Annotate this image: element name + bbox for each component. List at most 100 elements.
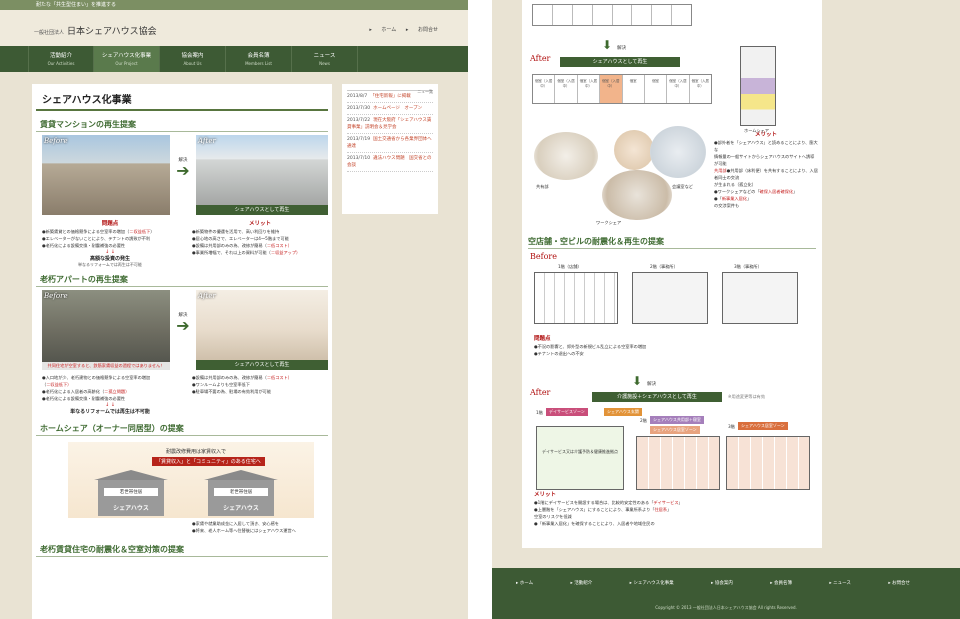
floorplan-before: [532, 4, 692, 26]
solve-arrow: 解決 ➔: [171, 312, 195, 346]
news-sidebar: ニュース 一覧 2013/8/7 「住宅新報」に掲載 2013/7/30 ホームページ…: [342, 84, 438, 214]
shared-space-photo: [534, 132, 598, 180]
mansion-merits: メリット ●新築物件の優遇を活用で、高い利回りを維持 ●居心地の高さで、エレベー…: [192, 221, 301, 255]
banner-pill: 「賃貸収入」と「コミュニティ」のある住宅へ: [152, 457, 265, 466]
floorplan-homeshare: [740, 46, 776, 126]
apartment-photo-row: Before 共同住宅が空室すると、鉄筋家賃収益の過程ではありません！ 解決 ➔…: [42, 290, 332, 372]
before-label: Before: [530, 252, 557, 261]
plan-before-1f: [534, 272, 618, 324]
chip-entrance: シェアハウス玄関: [604, 408, 642, 416]
right-main-content: ⬇ 解決 After シェアハウスとして再生 個室（入居中） 個室（入居中） 個…: [522, 0, 822, 548]
apartment-problems: ●入口地が少、老朽建物との価格競争による空室率の増加（＝収益低下） ●老朽化によ…: [42, 374, 178, 415]
chip-dayservice: デイサービスゾーン: [546, 408, 588, 416]
before-label: Before: [44, 137, 68, 145]
nav-item-news[interactable]: ニュース News: [292, 46, 358, 72]
news-title: ニュース 一覧: [347, 88, 433, 94]
footer-link-about[interactable]: ▸ 協会案内: [711, 581, 751, 586]
before-label: Before: [44, 292, 68, 300]
nav-item-project[interactable]: シェアハウス化事業 Our Project: [94, 46, 160, 72]
org-prefix: 一般社団法人: [34, 30, 65, 36]
footer-link-members[interactable]: ▸ 会員名簿: [770, 581, 810, 586]
floorplan-after: 個室（入居中） 個室（入居中） 個室（入居中） 個室（入居中） 個室 個室 個室…: [532, 74, 712, 104]
plan-before-2f: [632, 272, 708, 324]
after-floor-1: 1階: [536, 410, 543, 415]
homeshare-bullets: ●家賃や就業助成金に入居して頂き、安心感を ●将来、老人ホーム等へ住替後にはシェ…: [192, 521, 296, 533]
plan-after-1f: デイサービス又は介護予防＆健康推進拠点: [536, 426, 624, 490]
news-more-link[interactable]: 一覧: [425, 89, 433, 95]
after-label: After: [530, 54, 551, 63]
nav-item-activities[interactable]: 活動紹介 Our Activities: [28, 46, 94, 72]
footer-link-activities[interactable]: ▸ 活動紹介: [571, 581, 611, 586]
dayservice-label: デイサービス又は介護予防＆健康推進拠点: [542, 449, 618, 454]
floor-label-2: 2階（事務所）: [650, 264, 678, 269]
apartment-result: 単なるリフォームでは再生は不可能: [70, 409, 150, 415]
site-footer: ▸ ホーム ▸ 活動紹介 ▸ シェアハウス化事業 ▸ 協会案内 ▸ 会員名簿 ▸…: [492, 568, 960, 619]
nav-item-about[interactable]: 協会案内 About Us: [160, 46, 226, 72]
top-tagline: 耐たな「共生型住まい」を推進する: [0, 0, 468, 10]
section-title-apartment: 老朽アパートの再生提案: [36, 272, 328, 287]
main-nav: 活動紹介 Our Activities シェアハウス化事業 Our Project …: [0, 46, 468, 72]
footer-link-home[interactable]: ▸ ホーム: [516, 581, 551, 586]
regen-label: シェアハウスとして再生: [560, 57, 680, 67]
mansion-before-photo: Before: [42, 135, 170, 215]
news-item[interactable]: 2013/7/10 違法ハウス問題 国交省との会談: [347, 153, 433, 172]
arrow-down-icon: ⬇: [632, 374, 643, 388]
page-title: シェアハウス化事業: [36, 86, 328, 111]
vacant-problems: 問題点 ●不況の影響と、郊外型の新規ビル乱立による空室率の増加 ●テナントの退出…: [534, 336, 647, 356]
apartment-after-photo: After シェアハウスとして再生: [196, 290, 328, 370]
label-workshare: ワークシェア: [596, 220, 622, 225]
regen2-note: ※用途変更等は有効: [728, 394, 766, 399]
footer-link-project[interactable]: ▸ シェアハウス化事業: [630, 581, 692, 586]
floor-label-3: 3階（事務所）: [734, 264, 762, 269]
after-label: After: [198, 137, 216, 145]
footer-link-contact[interactable]: ▸ お問合せ: [888, 581, 928, 586]
section-title-homeshare: ホームシェア（オーナー同居型）の提案: [36, 421, 328, 436]
section-title-mansion: 賃貸マンションの再生提案: [36, 117, 328, 132]
footer-link-news[interactable]: ▸ ニュース: [829, 581, 868, 586]
after-floor-2: 2階: [640, 418, 647, 423]
section-title-seismic: 老朽賃貸住宅の耐震化＆空室対策の提案: [36, 542, 328, 557]
label-meeting: 会議室など: [672, 184, 693, 189]
mansion-problems: 問題点 ●新築賃貸との価格競争による空室率の増加（＝収益低下） ●エレベーターが…: [42, 219, 178, 268]
header-link-home[interactable]: ▸ ホーム: [369, 27, 396, 33]
after-floor-3: 3階: [728, 424, 735, 429]
news-item[interactable]: 2013/7/19 国土交通省から各業界団体へ通達: [347, 134, 433, 153]
plan-before-3f: [722, 272, 798, 324]
arrow-right-icon: ➔: [176, 161, 190, 180]
site-logo[interactable]: 一般社団法人 日本シェアハウス協会: [34, 24, 157, 37]
apartment-details: ●入口地が少、老朽建物との価格競争による空室率の増加（＝収益低下） ●老朽化によ…: [42, 374, 328, 415]
news-item[interactable]: 2013/7/30 ホームページ オープン: [347, 103, 433, 115]
homeshare-merits: メリット ●部外者を「シェアハウス」と読めることにより、膨大な 情報量の一般サイ…: [714, 132, 818, 208]
plan-after-2f: [636, 436, 720, 490]
people-photo: [614, 130, 654, 170]
right-page-screenshot: ⬇ 解決 After シェアハウスとして再生 個室（入居中） 個室（入居中） 個…: [492, 0, 960, 619]
arrow-down-icon: ⬇: [602, 38, 613, 52]
apartment-merits: ●設備は共用部のみの為、改修が簡易（＝低コスト） ●ワンルームよりも空室率低下 …: [192, 375, 292, 394]
apartment-caption: 共同住宅が空室すると、鉄筋家賃収益の過程ではありません！: [42, 362, 170, 370]
section-title-vacant-building: 空店舗・空ビルの耐震化＆再生の提案: [528, 236, 816, 249]
vacant-merits: メリット ●1階にデイサービスを開設する場合は、比較的安定性のある「デイサービス…: [534, 492, 683, 526]
solve-arrow-down: ⬇ 解決: [602, 38, 627, 52]
workshare-photo: [602, 170, 672, 220]
apartment-before-photo: Before 共同住宅が空室すると、鉄筋家賃収益の過程ではありません！: [42, 290, 170, 370]
footer-links: ▸ ホーム ▸ 活動紹介 ▸ シェアハウス化事業 ▸ 協会案内 ▸ 会員名簿 ▸…: [516, 580, 946, 586]
banner-text: 耐震改修費用は家賃収入で: [166, 449, 227, 455]
nav-item-members[interactable]: 会員名簿 Members List: [226, 46, 292, 72]
header-links: ▸ ホーム ▸ お問合せ: [361, 26, 438, 33]
header-link-contact[interactable]: ▸ お問合せ: [406, 27, 438, 33]
floor-label-1: 1階（店舗）: [558, 264, 582, 269]
meeting-photo: [650, 126, 706, 178]
solve-arrow: 解決 ➔: [171, 157, 195, 191]
homeshare-banner: 耐震改修費用は家賃収入で 「賃貸収入」と「コミュニティ」のある住宅へ 若世帯住居…: [68, 442, 314, 518]
main-content: シェアハウス化事業 賃貸マンションの再生提案 Before 解決 ➔ After…: [32, 84, 332, 619]
news-item[interactable]: 2013/7/22 現在大阪府「シェアハウス賃貸事業」説明会＆見学会: [347, 115, 433, 134]
mansion-after-photo: After シェアハウスとして再生: [196, 135, 328, 215]
mansion-result: 高額な投資の発生: [89, 256, 130, 262]
org-name: 日本シェアハウス協会: [67, 27, 157, 37]
regen-label: シェアハウスとして再生: [196, 360, 328, 370]
house-young: 若世帯住居 シェアハウス: [94, 470, 168, 516]
after-label: After: [198, 292, 216, 300]
regen2-label: 介護施設＋シェアハウスとして再生: [592, 392, 722, 402]
arrow-right-icon: ➔: [176, 316, 190, 335]
site-header: 一般社団法人 日本シェアハウス協会 ▸ ホーム ▸ お問合せ: [0, 10, 468, 46]
